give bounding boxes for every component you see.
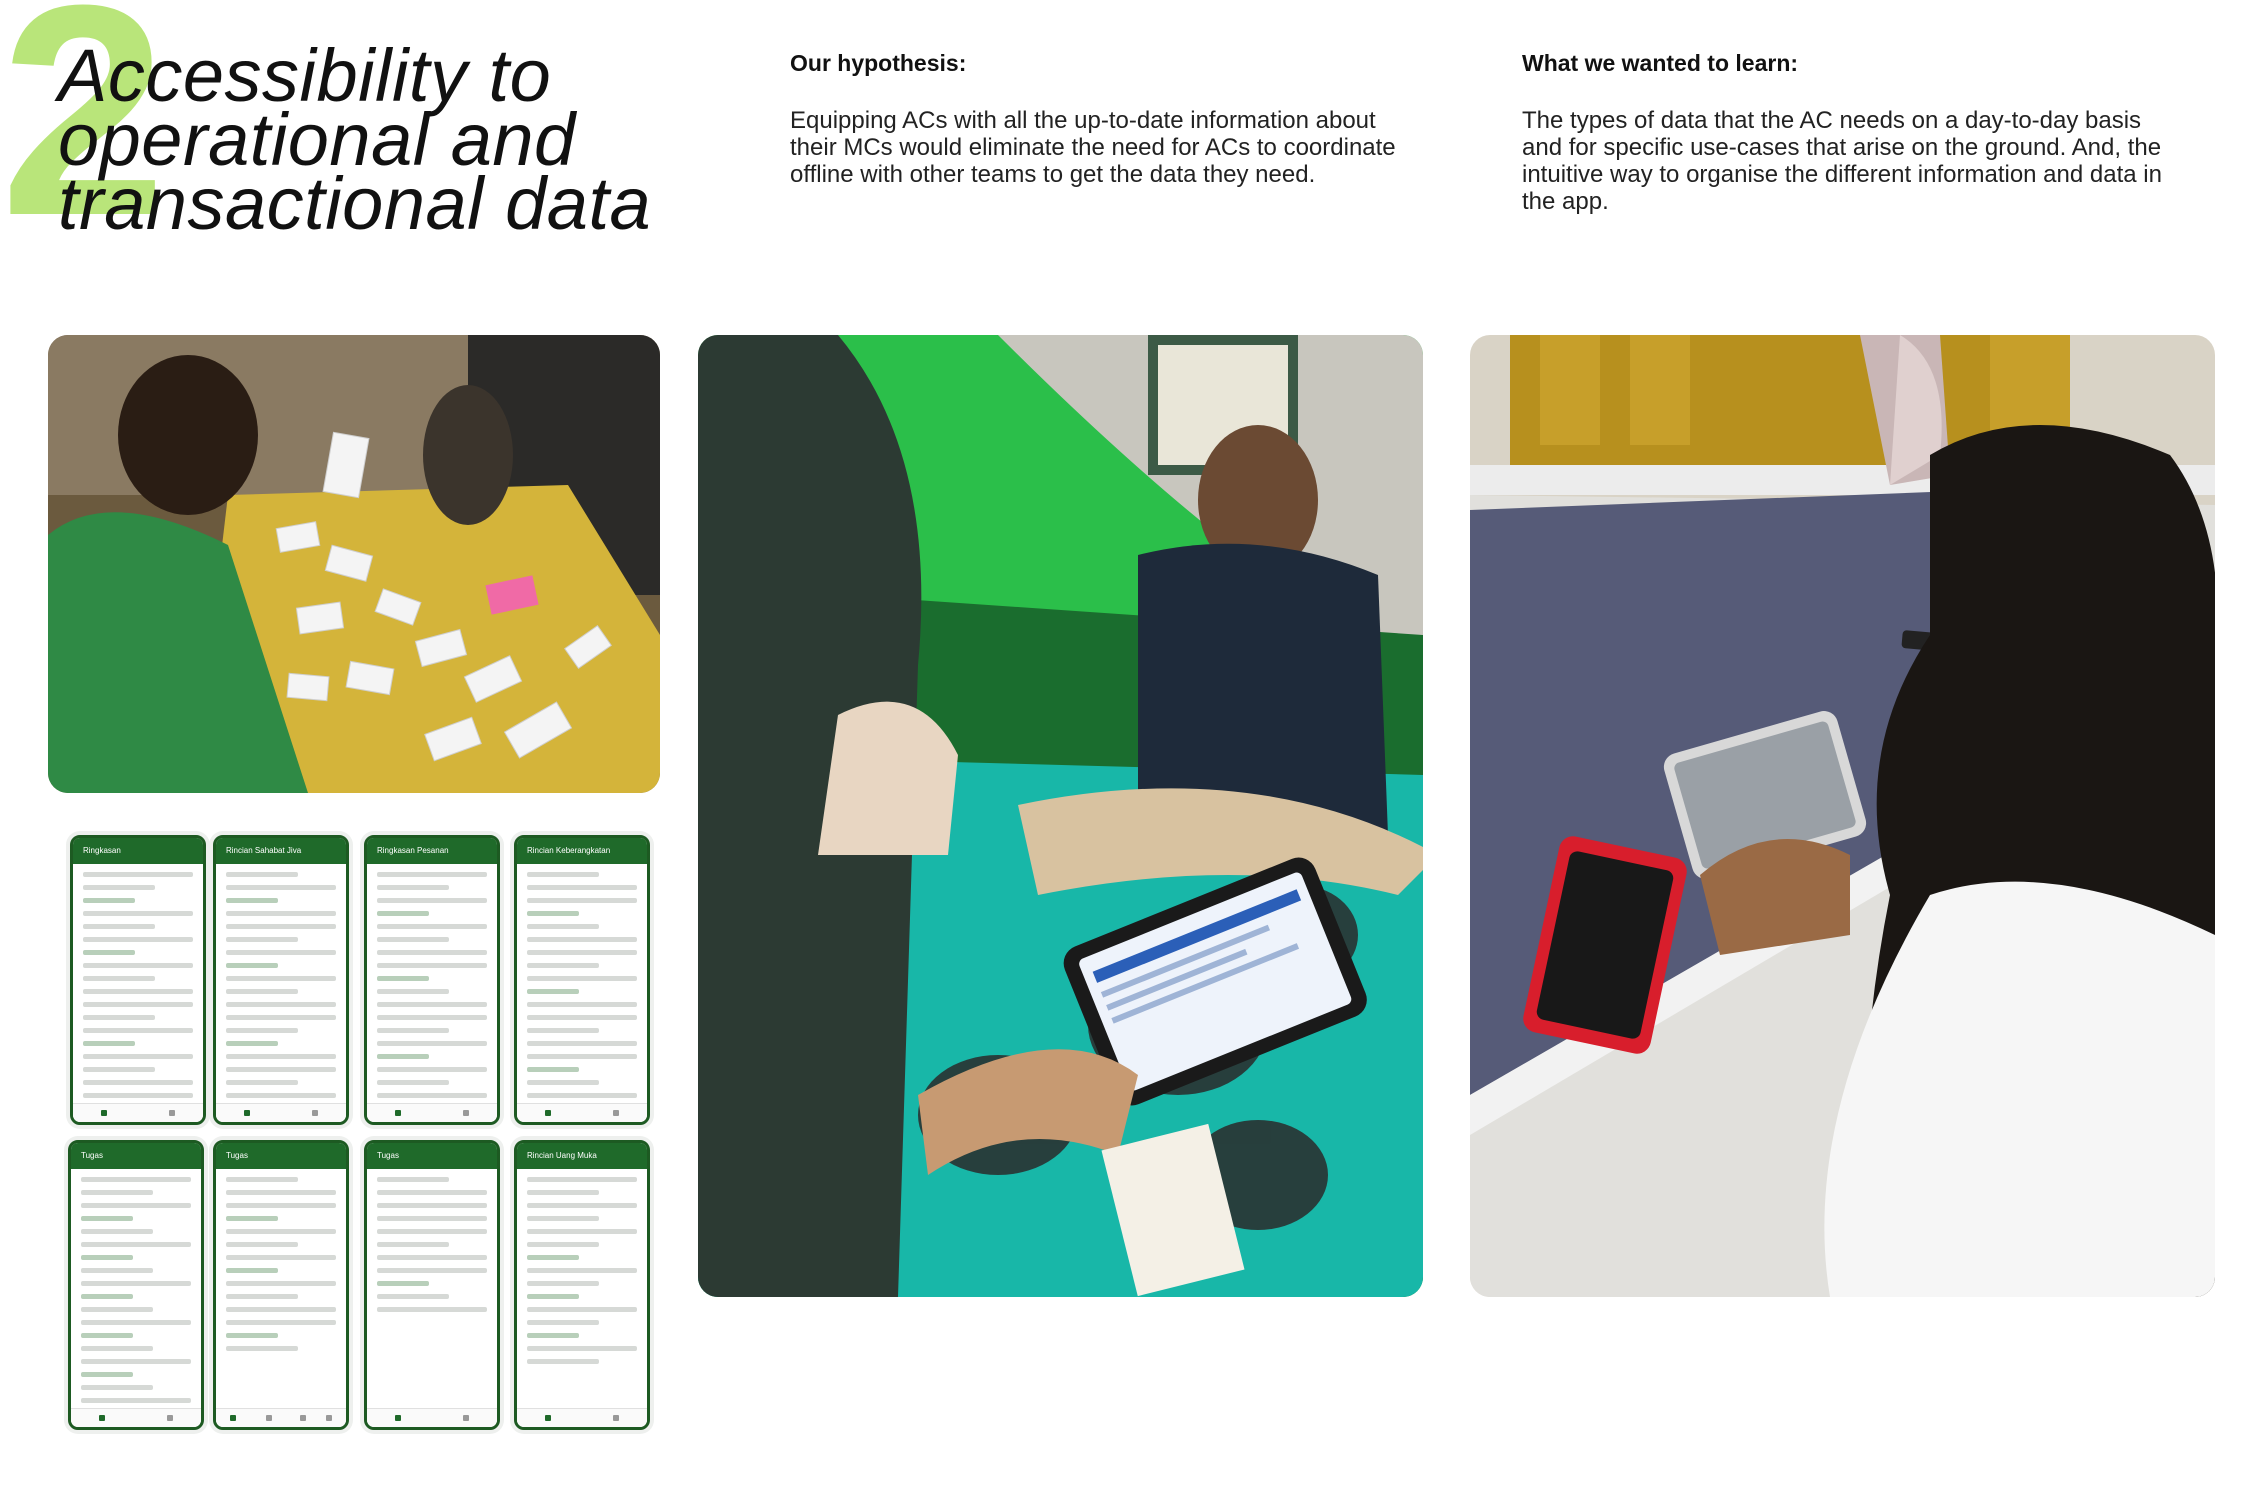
phone-screen-title: Tugas	[216, 1143, 346, 1169]
phone-screen-title: Ringkasan	[73, 838, 203, 864]
mosque-session-photo-image	[698, 335, 1423, 1297]
table-session-photo-image	[1470, 335, 2215, 1297]
table-session-photo	[1470, 335, 2215, 1297]
phone-screen-tugas-2: Tugas	[213, 1140, 349, 1430]
phone-screen-title: Rincian Keberangkatan	[517, 838, 647, 864]
phone-screen-title: Rincian Sahabat Jiva	[216, 838, 346, 864]
learn-heading: What we wanted to learn:	[1522, 50, 1799, 76]
title-line-3: transactional data	[58, 162, 652, 245]
phone-screen-tugas-1: Tugas	[68, 1140, 204, 1430]
hypothesis-block: Our hypothesis: Equipping ACs with all t…	[790, 50, 1410, 188]
phone-screen-title: Tugas	[71, 1143, 201, 1169]
workshop-photo-image	[48, 335, 660, 793]
workshop-photo	[48, 335, 660, 793]
phone-screen-ringkasan: Ringkasan	[70, 835, 206, 1125]
hypothesis-body: Equipping ACs with all the up-to-date in…	[790, 107, 1396, 188]
learn-block: What we wanted to learn: The types of da…	[1522, 50, 2182, 215]
phone-screen-tugas-3: Tugas	[364, 1140, 500, 1430]
mosque-session-photo	[698, 335, 1423, 1297]
phone-screen-title: Ringkasan Pesanan	[367, 838, 497, 864]
phone-screen-title: Rincian Uang Muka	[517, 1143, 647, 1169]
phone-screen-rincian-uang-muka: Rincian Uang Muka	[514, 1140, 650, 1430]
phone-screen-rincian-sahabat: Rincian Sahabat Jiva	[213, 835, 349, 1125]
phone-screen-ringkasan-pesanan: Ringkasan Pesanan	[364, 835, 500, 1125]
hypothesis-heading: Our hypothesis:	[790, 50, 967, 76]
phone-screen-title: Tugas	[367, 1143, 497, 1169]
section-title: Accessibility to operational and transac…	[58, 39, 651, 241]
phone-screen-rincian-keberangkatan: Rincian Keberangkatan	[514, 835, 650, 1125]
learn-body: The types of data that the AC needs on a…	[1522, 107, 2162, 215]
